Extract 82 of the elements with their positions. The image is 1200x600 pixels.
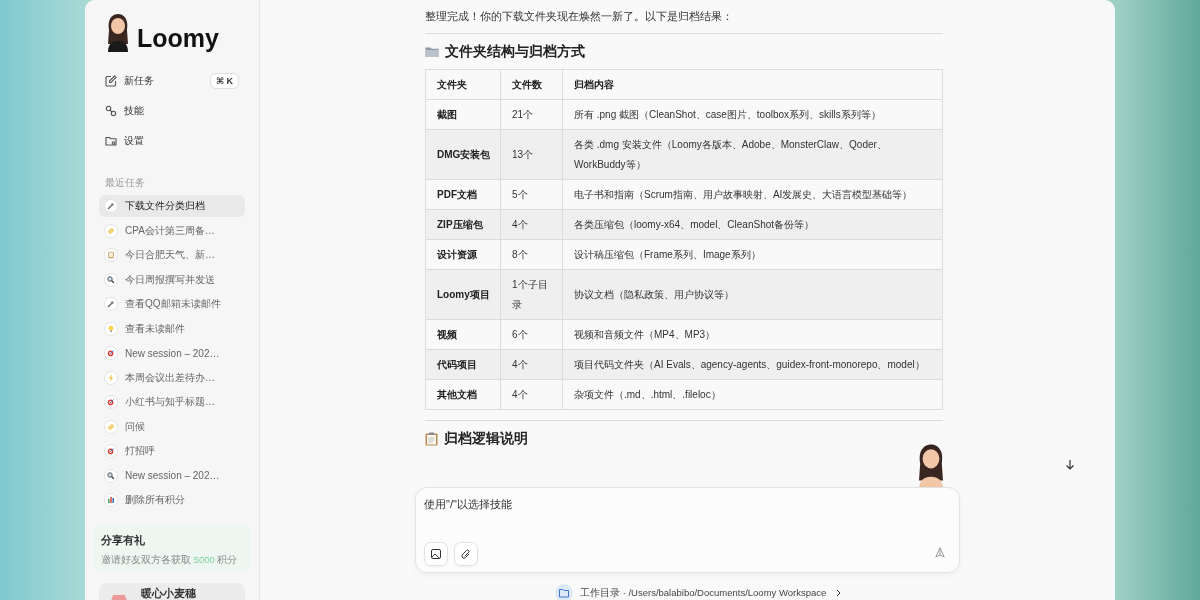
lightning-icon [104, 370, 118, 385]
nav-item[interactable]: 新任务 ⌘ K [99, 66, 245, 96]
task-item[interactable]: 本周会议出差待办… [99, 366, 245, 389]
section-title: 文件夹结构与归档方式 [445, 43, 585, 61]
working-directory-path[interactable]: 工作目录 · /Users/balabibo/Documents/Loomy Workspace [580, 586, 827, 600]
table-cell: 电子书和指南（Scrum指南、用户故事映射、AI发展史、大语言模型基础等） [562, 179, 943, 210]
bulb-icon [104, 321, 118, 336]
table-cell: 所有 .png 截图（CleanShot、case图片、toolbox系列、skills系列等） [562, 99, 943, 130]
attach-button[interactable] [454, 542, 478, 566]
task-item[interactable]: New session – 202… [99, 464, 245, 487]
table-cell: 项目代码文件夹（AI Evals、agency-agents、guidex-front-monorepo、model） [562, 349, 943, 380]
task-item[interactable]: 删除所有积分 [99, 489, 245, 511]
task-item[interactable]: 问候 [99, 415, 245, 438]
card-text: 邀请好友双方各获取 5000 积分 [101, 554, 239, 567]
user-name: 暖心小麦穗 [141, 587, 196, 600]
task-item[interactable]: 小红书与知乎标题… [99, 391, 245, 413]
magnifier-icon [104, 272, 118, 287]
table-cell: 各类 .dmg 安装文件（Loomy各版本、Adobe、MonsterClaw、Qoder、WorkBuddy等） [562, 129, 943, 180]
table-cell: 视频 [425, 319, 501, 350]
shortcut-key: ⌘ K [209, 73, 239, 89]
task-item[interactable]: New session – 202… [99, 342, 245, 364]
table-cell: 5个 [500, 179, 563, 210]
task-item[interactable]: 查看QQ邮箱未读邮件 [99, 293, 245, 315]
table-cell: 21个 [500, 99, 563, 130]
table-cell: 4个 [500, 209, 563, 240]
table-cell: DMG安装包 [425, 129, 501, 180]
table-cell: 视频和音频文件（MP4、MP3） [562, 319, 943, 350]
table-cell: 13个 [500, 129, 563, 180]
task-item[interactable]: 打招呼 [99, 440, 245, 462]
folder-gear-icon [105, 135, 117, 147]
target-icon [104, 444, 118, 458]
table-cell: 截图 [425, 99, 501, 130]
table-cell: ZIP压缩包 [425, 209, 501, 240]
nodes-icon [105, 105, 117, 117]
table-cell: 8个 [500, 239, 563, 270]
task-item[interactable]: 今日合肥天气、新… [99, 244, 245, 266]
book-icon [104, 248, 118, 262]
target-icon [104, 346, 118, 360]
table-cell: 4个 [500, 379, 563, 410]
task-item[interactable]: 查看未读邮件 [99, 317, 245, 340]
image-button[interactable] [424, 542, 448, 566]
folder-icon [555, 584, 573, 600]
table-cell: 代码项目 [425, 349, 501, 380]
table-cell: 设计资源 [425, 239, 501, 270]
chevron-right-icon[interactable] [836, 589, 842, 597]
column-header: 文件夹 [425, 69, 501, 100]
section-heading: 最近任务 [105, 176, 146, 190]
send-icon[interactable] [935, 547, 945, 558]
table-cell: Loomy项目 [425, 269, 501, 320]
paperclip-icon [461, 548, 471, 560]
image-icon [431, 549, 441, 559]
section-title: 归档逻辑说明 [444, 430, 528, 448]
column-header: 归档内容 [562, 69, 943, 100]
task-item[interactable]: 下载文件分类归档 [99, 195, 245, 217]
task-item[interactable]: CPA会计第三周备… [99, 219, 245, 242]
nav-item[interactable]: 设置 [99, 126, 245, 156]
edit-icon [105, 75, 117, 87]
table-cell: 6个 [500, 319, 563, 350]
table-cell: 设计稿压缩包（Frame系列、Image系列） [562, 239, 943, 270]
nav-item[interactable]: 技能 [99, 96, 245, 126]
column-header: 文件数 [500, 69, 563, 100]
message-text: 整理完成！你的下载文件夹现在焕然一新了。以下是归档结果： [425, 9, 734, 23]
target-icon [104, 395, 118, 409]
table-cell: 4个 [500, 349, 563, 380]
table-cell: 1个子目录 [500, 269, 563, 320]
app-logo: Loomy [137, 24, 219, 52]
table-cell: PDF文档 [425, 179, 501, 210]
table-cell: 其他文档 [425, 379, 501, 410]
user-card[interactable]: 暖心小麦穗 [99, 583, 245, 600]
share-card[interactable]: 分享有礼 邀请好友双方各获取 5000 积分 [93, 525, 251, 572]
message-input[interactable]: 使用"/"以选择技能 [424, 498, 844, 510]
task-item[interactable]: 今日周报撰写并发送 [99, 268, 245, 291]
clipboard-icon [425, 432, 438, 446]
arrow-down-icon[interactable] [1065, 459, 1075, 470]
magnifier-icon [104, 468, 118, 483]
message-composer[interactable]: 使用"/"以选择技能 [415, 487, 960, 573]
table-cell: 各类压缩包（loomy-x64、model、CleanShot备份等） [562, 209, 943, 240]
card-title: 分享有礼 [101, 533, 146, 548]
table-cell: 杂项文件（.md、.html、.fileloc） [562, 379, 943, 410]
table-cell: 协议文档（隐私政策、用户协议等） [562, 269, 943, 320]
bar-chart-icon [104, 493, 118, 507]
folder-icon [425, 46, 439, 58]
